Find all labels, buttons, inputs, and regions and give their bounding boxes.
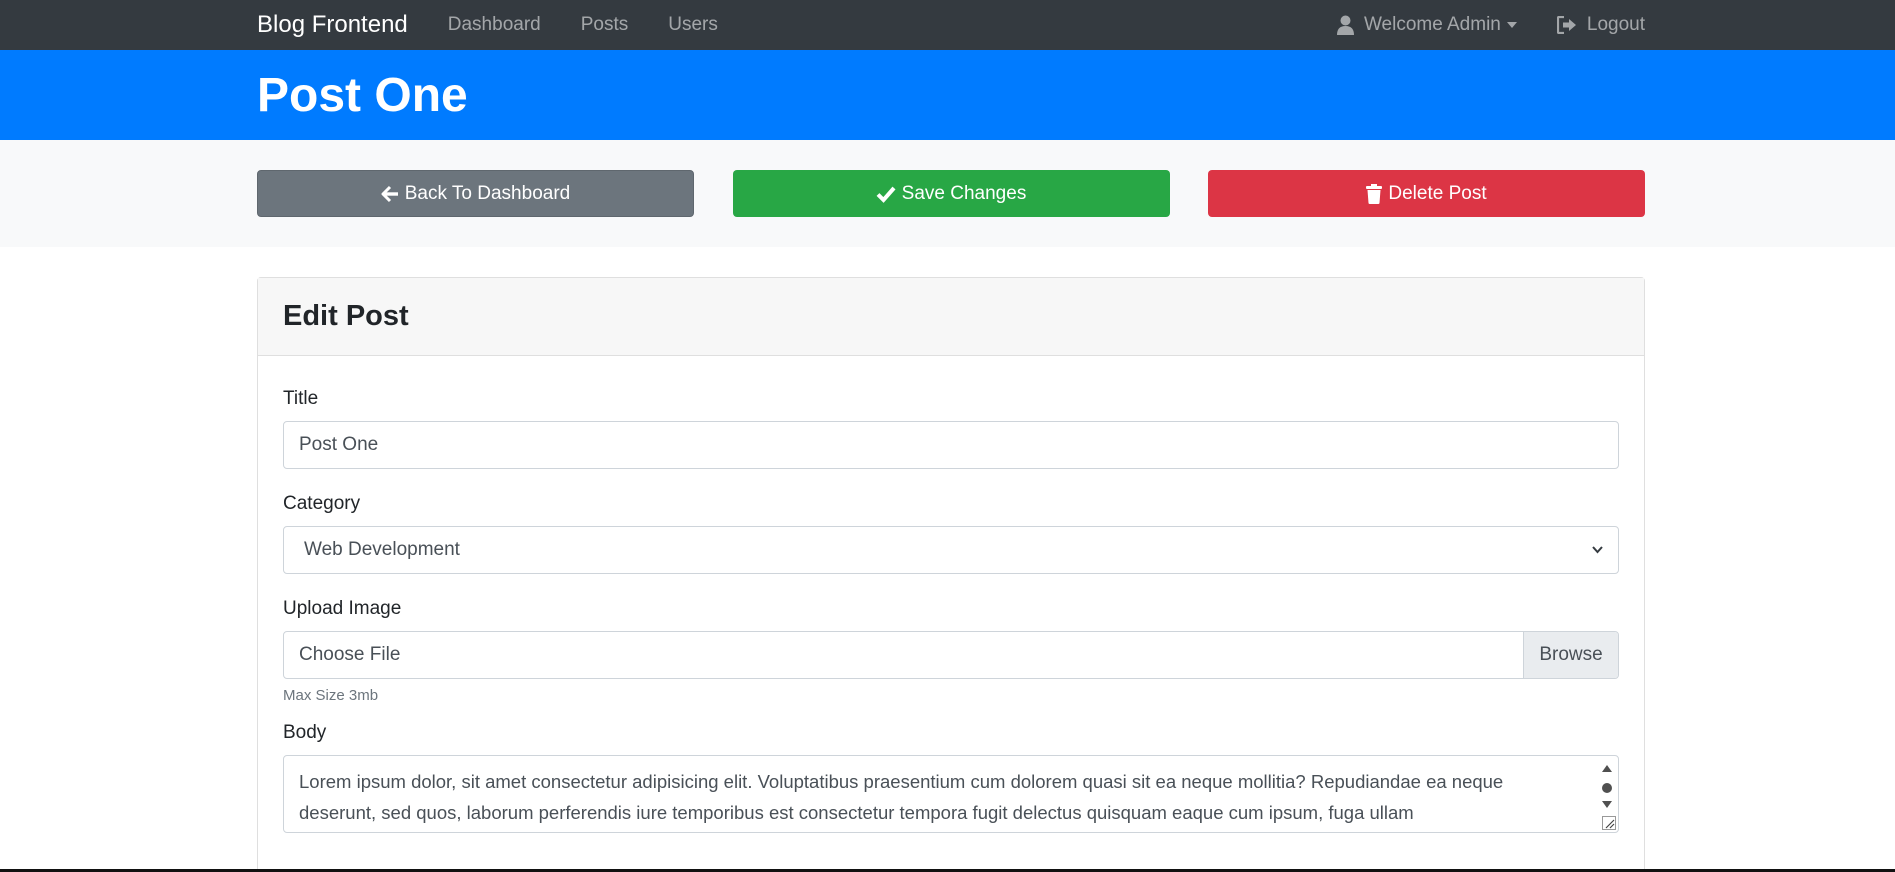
- upload-image-label: Upload Image: [283, 598, 402, 619]
- edit-post-card: Edit Post Title Post One Category Web De…: [257, 277, 1645, 872]
- chevron-down-icon: [1592, 546, 1603, 554]
- card-header: Edit Post: [258, 278, 1644, 356]
- back-to-dashboard-button[interactable]: Back To Dashboard: [257, 170, 694, 217]
- brand-link[interactable]: Blog Frontend: [257, 11, 408, 39]
- card-title: Edit Post: [283, 300, 409, 332]
- caret-down-icon: [1506, 22, 1517, 28]
- category-select[interactable]: Web Development: [283, 526, 1619, 574]
- logout-link[interactable]: Logout: [1556, 14, 1645, 36]
- delete-post-button[interactable]: Delete Post: [1208, 170, 1645, 217]
- user-icon: [1336, 15, 1354, 35]
- page-title: Post One: [257, 68, 468, 122]
- user-menu-label: Welcome Admin: [1363, 14, 1501, 35]
- delete-button-label: Delete Post: [1388, 182, 1487, 204]
- file-input-placeholder: Choose File: [299, 644, 401, 665]
- body-textarea[interactable]: Lorem ipsum dolor, sit amet consectetur …: [283, 755, 1619, 833]
- back-button-label: Back To Dashboard: [404, 182, 571, 204]
- arrow-left-icon: [381, 185, 398, 202]
- title-label: Title: [283, 388, 319, 409]
- logout-icon: [1556, 16, 1576, 34]
- file-size-help-text: Max Size 3mb: [283, 687, 379, 704]
- edit-post-form: Title Post One Category Web Development …: [258, 388, 1644, 833]
- category-label: Category: [283, 493, 361, 514]
- nav-link-dashboard[interactable]: Dashboard: [448, 14, 541, 36]
- logout-label: Logout: [1586, 14, 1645, 35]
- top-navbar: Blog Frontend Dashboard Posts Users Welc…: [0, 0, 1895, 50]
- resize-handle-icon[interactable]: [1602, 816, 1616, 830]
- check-icon: [876, 186, 896, 203]
- actions-bar: Back To Dashboard Save Changes Delete Po…: [0, 140, 1895, 247]
- body-text: Lorem ipsum dolor, sit amet consectetur …: [299, 771, 1504, 823]
- page-header: Post One: [0, 50, 1895, 140]
- title-input[interactable]: Post One: [283, 421, 1619, 469]
- browse-button[interactable]: Browse: [1523, 632, 1618, 678]
- file-input[interactable]: Choose File Browse: [283, 631, 1619, 679]
- nav-link-posts[interactable]: Posts: [581, 14, 629, 36]
- save-button-label: Save Changes: [901, 182, 1027, 204]
- trash-icon: [1366, 183, 1383, 204]
- category-selected-value: Web Development: [304, 539, 460, 560]
- nav-link-users[interactable]: Users: [668, 14, 718, 36]
- user-menu-dropdown[interactable]: Welcome Admin: [1336, 14, 1517, 36]
- save-changes-button[interactable]: Save Changes: [732, 170, 1170, 217]
- body-label: Body: [283, 722, 327, 743]
